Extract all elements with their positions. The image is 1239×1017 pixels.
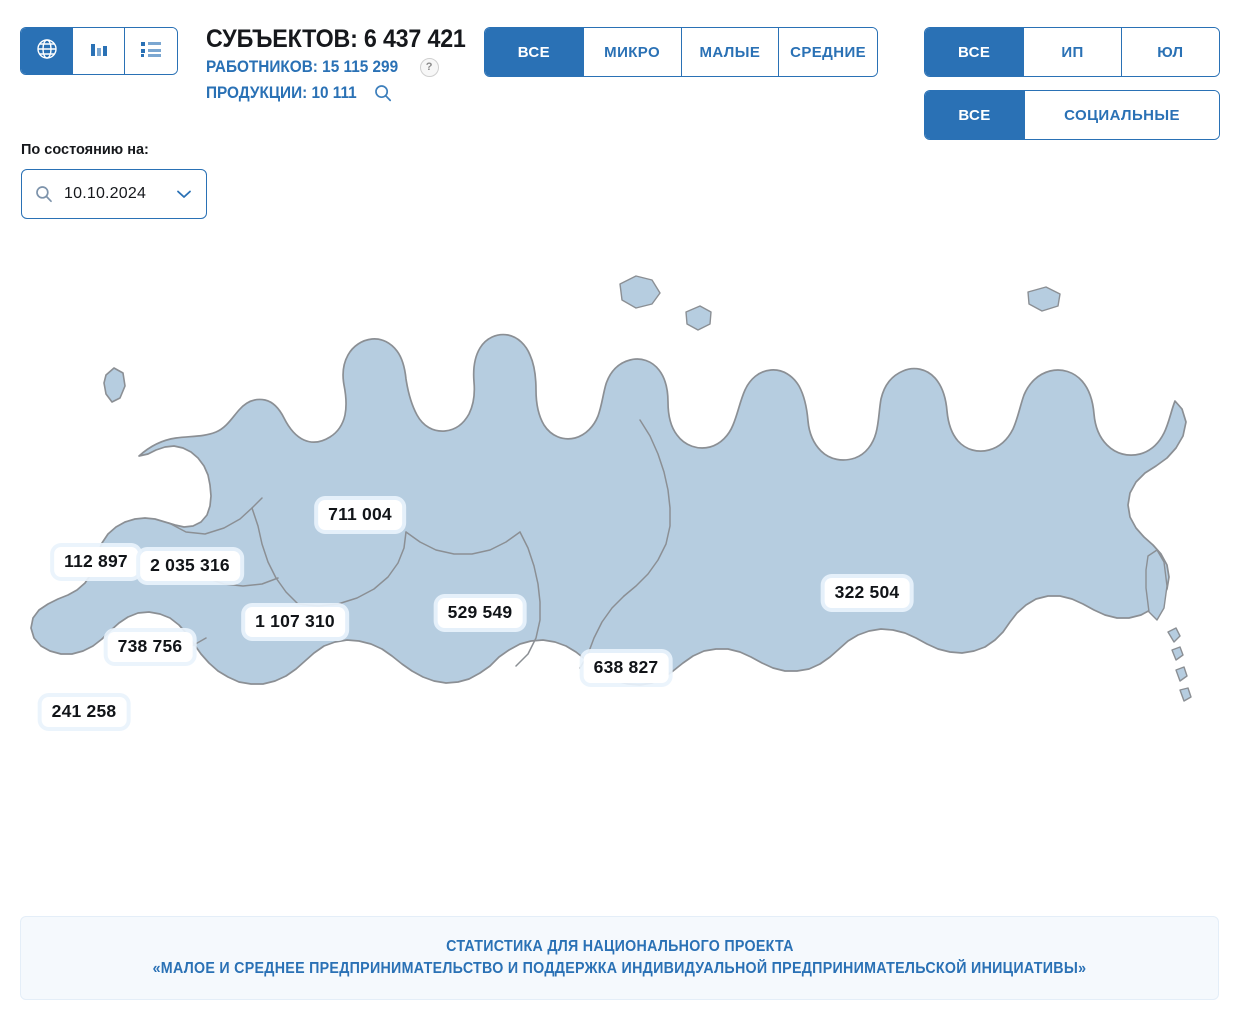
filter-size-medium[interactable]: СРЕДНИЕ bbox=[779, 28, 877, 76]
date-picker[interactable]: 10.10.2024 bbox=[21, 169, 207, 219]
map-label-sibirsky[interactable]: 638 827 bbox=[583, 653, 669, 683]
bar-chart-icon bbox=[88, 38, 110, 65]
date-picker-label: По состоянию на: bbox=[21, 142, 149, 158]
map-label-privolzhsky[interactable]: 1 107 310 bbox=[245, 607, 345, 637]
filter-size-small[interactable]: МАЛЫЕ bbox=[681, 28, 780, 76]
filter-form-all[interactable]: ВСЕ bbox=[925, 28, 1025, 76]
filter-group-legal-form[interactable]: ВСЕ ИП ЮЛ bbox=[924, 27, 1220, 77]
map-label-yuzhny[interactable]: 738 756 bbox=[107, 632, 193, 662]
help-icon[interactable]: ? bbox=[419, 57, 439, 77]
list-icon bbox=[139, 38, 163, 65]
summary-counters: СУБЪЕКТОВ: 6 437 421 РАБОТНИКОВ: 15 115 … bbox=[206, 24, 466, 106]
top-toolbar: СУБЪЕКТОВ: 6 437 421 РАБОТНИКОВ: 15 115 … bbox=[0, 0, 1239, 219]
filter-size-micro[interactable]: МИКРО bbox=[583, 28, 682, 76]
map-label-dalnevostochny[interactable]: 322 504 bbox=[824, 578, 910, 608]
view-mode-list-button[interactable] bbox=[125, 28, 177, 74]
filter-form-ul[interactable]: ЮЛ bbox=[1121, 28, 1219, 76]
products-search-icon[interactable] bbox=[373, 83, 393, 103]
filter-form-ip[interactable]: ИП bbox=[1024, 28, 1122, 76]
date-picker-value[interactable]: 10.10.2024 bbox=[64, 185, 174, 203]
products-counter-row: ПРОДУКЦИИ: 10 111 bbox=[206, 80, 466, 106]
products-counter: ПРОДУКЦИИ: 10 111 bbox=[206, 84, 357, 102]
workers-counter: РАБОТНИКОВ: 15 115 299 bbox=[206, 58, 399, 76]
view-mode-chart-button[interactable] bbox=[73, 28, 125, 74]
filter-group-size[interactable]: ВСЕ МИКРО МАЛЫЕ СРЕДНИЕ bbox=[484, 27, 878, 77]
filter-size-all[interactable]: ВСЕ bbox=[485, 28, 584, 76]
view-mode-toggle-group[interactable] bbox=[20, 27, 178, 75]
island-sakhalin bbox=[1145, 549, 1168, 621]
map-label-kaliningrad[interactable]: 112 897 bbox=[54, 547, 138, 577]
footer-banner: СТАТИСТИКА ДЛЯ НАЦИОНАЛЬНОГО ПРОЕКТА «МА… bbox=[20, 916, 1219, 1000]
map-label-severo-zapadny[interactable]: 711 004 bbox=[318, 500, 402, 530]
date-search-icon bbox=[34, 184, 54, 204]
subjects-counter: СУБЪЕКТОВ: 6 437 421 bbox=[206, 25, 466, 53]
filter-group-social[interactable]: ВСЕ СОЦИАЛЬНЫЕ bbox=[924, 90, 1220, 140]
footer-line-1: СТАТИСТИКА ДЛЯ НАЦИОНАЛЬНОГО ПРОЕКТА bbox=[445, 938, 794, 955]
filter-social-social[interactable]: СОЦИАЛЬНЫЕ bbox=[1025, 91, 1219, 139]
chevron-down-icon[interactable] bbox=[174, 184, 194, 204]
footer-line-2: «МАЛОЕ И СРЕДНЕЕ ПРЕДПРИНИМАТЕЛЬСТВО И П… bbox=[152, 960, 1087, 977]
filter-social-all[interactable]: ВСЕ bbox=[925, 91, 1025, 139]
globe-icon bbox=[35, 37, 59, 66]
map-label-centralny[interactable]: 2 035 316 bbox=[140, 551, 240, 581]
russia-map[interactable]: 711 004 112 897 2 035 316 1 107 310 529 … bbox=[0, 240, 1239, 900]
map-label-uralsky[interactable]: 529 549 bbox=[437, 598, 523, 628]
app-root: СУБЪЕКТОВ: 6 437 421 РАБОТНИКОВ: 15 115 … bbox=[0, 0, 1239, 1017]
workers-counter-row: РАБОТНИКОВ: 15 115 299 ? bbox=[206, 54, 466, 80]
view-mode-map-button[interactable] bbox=[21, 28, 73, 74]
map-label-severo-kavkazsky[interactable]: 241 258 bbox=[41, 697, 127, 727]
